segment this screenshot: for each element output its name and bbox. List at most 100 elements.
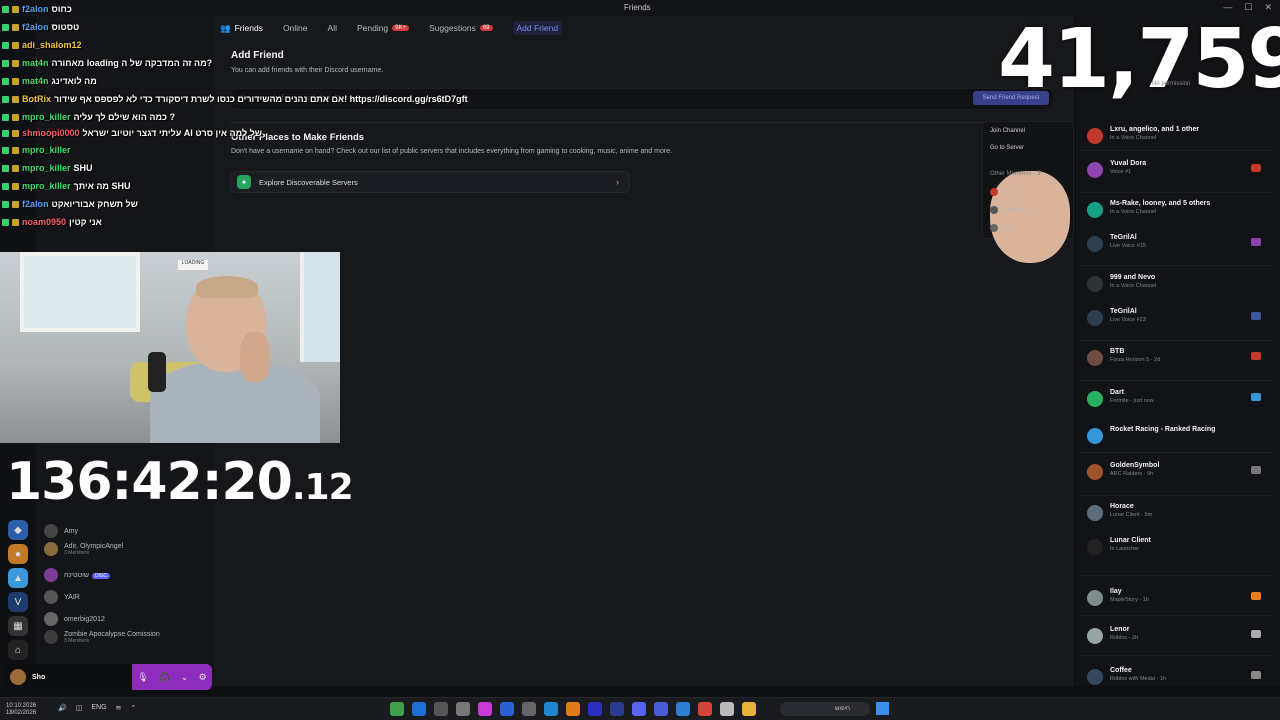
server-icon[interactable]: V (8, 592, 28, 612)
tab-all[interactable]: All (328, 23, 337, 33)
app-icon[interactable] (412, 702, 426, 716)
join-channel-item[interactable]: Join Channel (990, 128, 1025, 134)
main-content (214, 16, 1074, 686)
app-icon[interactable] (500, 702, 514, 716)
activity-card[interactable]: Lenor Roblox - 2h (1087, 626, 1273, 644)
server-icon[interactable]: ● (8, 544, 28, 564)
server-icon[interactable]: ▦ (8, 616, 28, 636)
activity-card[interactable]: BTB Forza Horizon 5 - 2d (1087, 348, 1273, 366)
activity-card[interactable]: Ms-Rake, looney, and 5 others In a Voice … (1087, 200, 1273, 218)
activity-name: Ms-Rake, looney, and 5 others (1110, 200, 1211, 207)
chat-username[interactable]: noam0950 (22, 217, 66, 227)
app-icon[interactable] (588, 702, 602, 716)
activity-card[interactable]: Horace Lunar Client - 9m (1087, 503, 1273, 521)
chat-username[interactable]: adi_shalom12 (22, 40, 82, 50)
avatar (44, 568, 58, 582)
divider (1080, 380, 1272, 381)
mic-icon[interactable]: 🎙 (137, 672, 148, 683)
game-icon (1251, 393, 1261, 401)
chevron-down-icon[interactable]: ⌄ (181, 672, 189, 683)
taskbar-search[interactable]: חיפוש (780, 702, 870, 716)
timer-fraction: .12 (291, 467, 354, 508)
server-icon[interactable]: ◆ (8, 520, 28, 540)
member-name: Echo (1002, 225, 1016, 231)
dm-item[interactable]: omerbig2012 (44, 612, 105, 626)
app-icon[interactable] (522, 702, 536, 716)
game-icon (1251, 671, 1261, 679)
badge-icon (12, 23, 19, 31)
volume-icon[interactable]: 🔊 (58, 704, 67, 712)
chevron-up-icon[interactable]: ⌃ (130, 704, 136, 712)
activity-card[interactable]: GoldenSymbol ARC Raiders - 9h (1087, 462, 1273, 480)
explore-servers-button[interactable]: ✦ Explore Discoverable Servers › (230, 171, 630, 193)
app-icon[interactable] (742, 702, 756, 716)
network-icon[interactable]: ◫ (76, 704, 83, 712)
chat-username[interactable]: mpro_killer (22, 163, 71, 173)
chat-username[interactable]: mpro_killer (22, 181, 71, 191)
app-icon[interactable] (544, 702, 558, 716)
activity-card[interactable]: Lxru, angelico, and 1 other In a Voice Ch… (1087, 126, 1273, 144)
activity-card[interactable]: 999 and Nevo In a Voice Channel (1087, 274, 1273, 292)
dm-item[interactable]: YAIR (44, 590, 80, 604)
context-menu: Join Channel Go to Server Other Members … (982, 121, 1074, 263)
game-icon (1251, 352, 1261, 360)
dm-item[interactable]: Zombie Apocalypse Comission 3 Members (44, 630, 160, 644)
member-item[interactable]: angelico (990, 206, 1024, 214)
activity-card[interactable]: Lunar Client In Launcher (1087, 537, 1273, 555)
app-icon[interactable] (654, 702, 668, 716)
app-icon[interactable] (390, 702, 404, 716)
dm-item[interactable]: Adir, OlympicAngel 3 Members (44, 542, 123, 556)
member-item[interactable]: Lxru (990, 188, 1014, 196)
language-indicator[interactable]: ENG (91, 704, 106, 712)
app-icon[interactable] (676, 702, 690, 716)
app-icon[interactable] (610, 702, 624, 716)
chat-username[interactable]: mat4n (22, 58, 49, 68)
activity-card[interactable]: TeGrilAl Live Voice #15 (1087, 234, 1273, 252)
member-item[interactable]: Echo (990, 224, 1016, 232)
avatar (1087, 505, 1103, 521)
dm-item[interactable]: שוטטינה DISC (44, 568, 110, 582)
chat-text: מאחורה loading מה זה המדבקה של ה? (51, 58, 213, 68)
tab-online[interactable]: Online (283, 23, 308, 33)
chat-username[interactable]: f2alon (22, 199, 49, 209)
activity-card[interactable]: Rocket Racing - Ranked Racing (1087, 426, 1273, 444)
chat-username[interactable]: mpro_killer (22, 112, 71, 122)
chat-username[interactable]: mat4n (22, 76, 49, 86)
activity-card[interactable]: Dart Fortnite - just now (1087, 389, 1273, 407)
server-icon[interactable]: ▲ (8, 568, 28, 588)
add-friend-subtitle: You can add friends with their Discord u… (231, 67, 384, 74)
avatar (990, 188, 998, 196)
dm-item[interactable]: Amy (44, 524, 78, 538)
server-icon[interactable]: ⌂ (8, 640, 28, 660)
headphones-icon[interactable]: 🎧 (159, 672, 170, 683)
divider (1080, 575, 1272, 576)
chat-username[interactable]: f2alon (22, 22, 49, 32)
activity-card[interactable]: Yuval Dora Voice #1 (1087, 160, 1273, 178)
chat-text: אני קטין (69, 217, 102, 227)
app-icon[interactable] (720, 702, 734, 716)
tab-suggestions[interactable]: Suggestions 69 (429, 23, 493, 33)
activity-card[interactable]: TeGrilAl Live Voice #23 (1087, 308, 1273, 326)
tab-pending[interactable]: Pending 9K+ (357, 23, 410, 33)
activity-card[interactable]: Coffee Roblox with Medal - 1h (1087, 667, 1273, 685)
chat-username[interactable]: f2alon (22, 4, 49, 14)
wifi-icon[interactable]: ≋ (116, 704, 122, 712)
app-icon[interactable] (456, 702, 470, 716)
go-to-server-item[interactable]: Go to Server (990, 145, 1024, 151)
app-icon[interactable] (434, 702, 448, 716)
app-icon[interactable] (478, 702, 492, 716)
app-icon[interactable] (566, 702, 580, 716)
chat-username[interactable]: BotRix (22, 94, 51, 104)
app-icon[interactable] (632, 702, 646, 716)
gear-icon[interactable]: ⚙ (199, 672, 207, 683)
chat-username[interactable]: mpro_killer (22, 145, 71, 155)
tab-label: Add Friend (516, 23, 559, 33)
timer-main: 136:42:20 (6, 452, 293, 512)
avatar[interactable] (10, 669, 26, 685)
tab-add-friend[interactable]: Add Friend (512, 21, 563, 35)
chat-username[interactable]: shmoopi0000 (22, 128, 80, 138)
taskbar: 10:10:2026 18/02/2026 🔊 ◫ ENG ≋ ⌃ חיפוש (0, 697, 1280, 720)
app-icon[interactable] (698, 702, 712, 716)
activity-card[interactable]: Ilay MapleStory - 1h (1087, 588, 1273, 606)
windows-start-icon[interactable] (876, 702, 889, 715)
